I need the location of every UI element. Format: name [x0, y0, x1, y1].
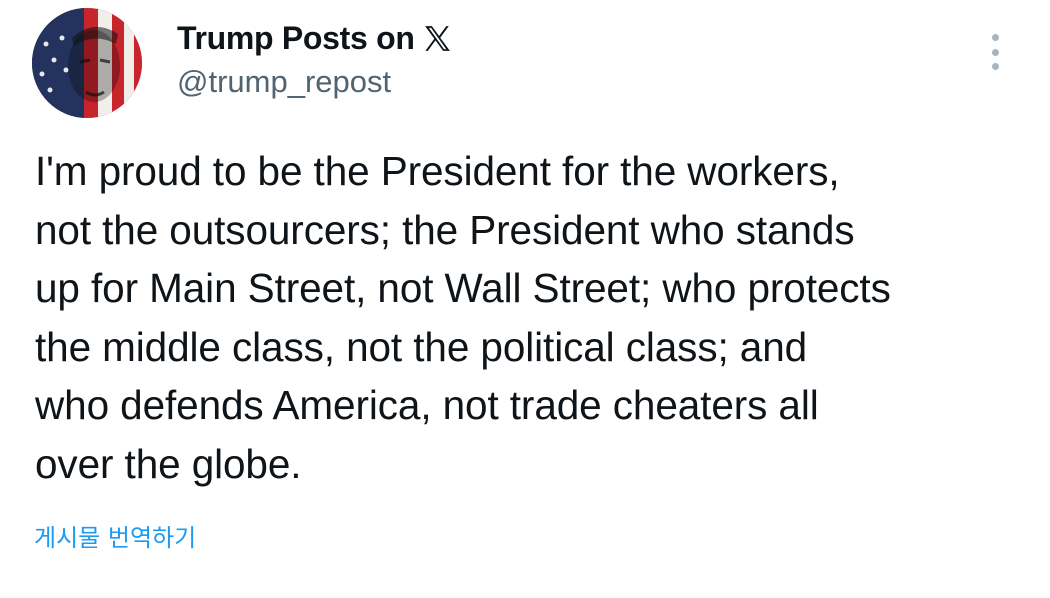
- more-vertical-icon-dot: [991, 63, 999, 70]
- flag-portrait-avatar-icon: [32, 8, 142, 118]
- author-display-name[interactable]: Trump Posts on: [177, 20, 415, 57]
- more-vertical-icon-dot: [991, 48, 999, 56]
- post-card: Trump Posts on @trump_repost I'm proud t…: [0, 0, 1050, 598]
- author-handle[interactable]: @trump_repost: [177, 64, 451, 100]
- post-text: I'm proud to be the President for the wo…: [35, 148, 891, 487]
- author-info: Trump Posts on @trump_repost: [177, 18, 451, 100]
- more-options-button[interactable]: [980, 32, 1010, 72]
- display-name-row[interactable]: Trump Posts on: [177, 18, 451, 58]
- author-avatar[interactable]: [32, 8, 142, 118]
- x-logo-icon: [424, 25, 450, 51]
- more-vertical-icon: [991, 34, 999, 41]
- translate-post-link[interactable]: 게시물 번역하기: [34, 518, 196, 553]
